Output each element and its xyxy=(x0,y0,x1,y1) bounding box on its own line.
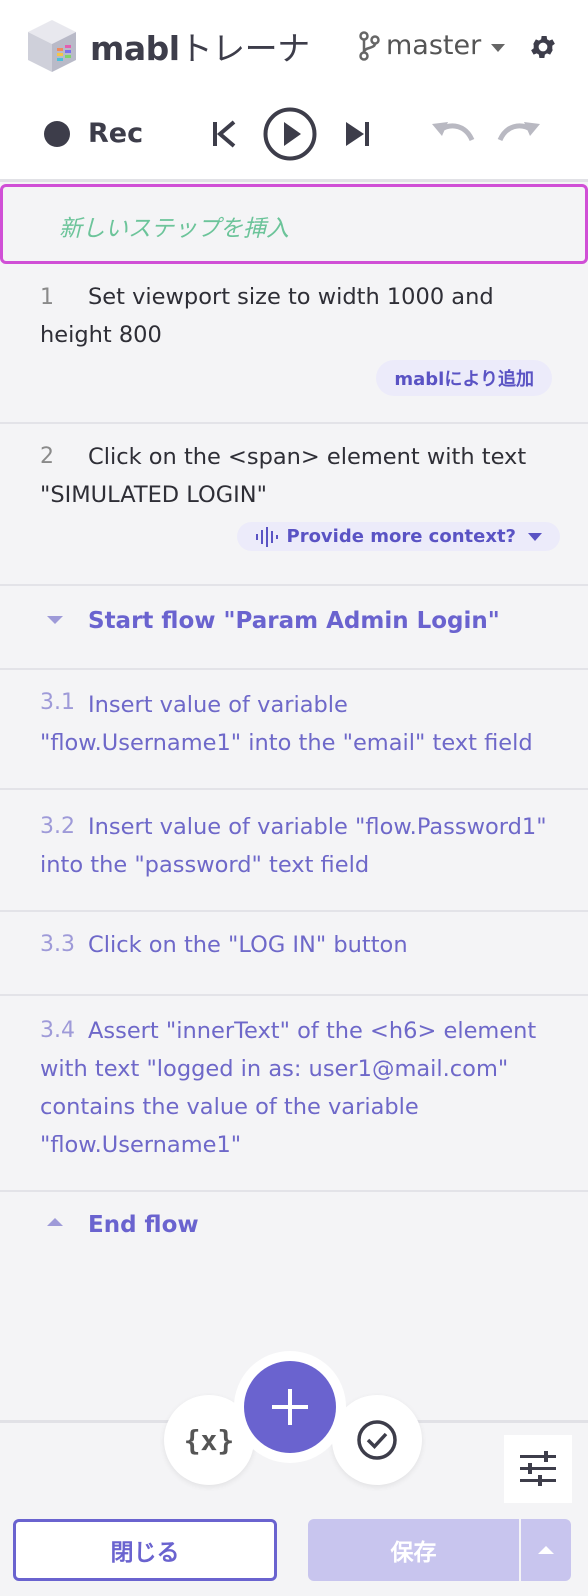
record-dot-icon xyxy=(44,120,70,147)
play-icon[interactable] xyxy=(262,106,318,162)
step-text: Click on the "LOG IN" button xyxy=(88,932,408,958)
insert-step-placeholder: 新しいステップを挿入 xyxy=(59,216,289,242)
flow-end-label: End flow xyxy=(88,1212,199,1238)
chevron-up-icon xyxy=(538,1546,554,1554)
step-forward-icon[interactable] xyxy=(342,118,374,150)
added-by-mabl-badge: mablにより追加 xyxy=(376,360,552,396)
audio-wave-icon xyxy=(255,526,278,547)
insert-step-input[interactable]: 新しいステップを挿入 xyxy=(0,184,588,264)
step-list: 新しいステップを挿入 1 Set viewport size to width … xyxy=(0,182,588,1420)
branch-selector[interactable]: master xyxy=(358,30,506,61)
redo-icon[interactable] xyxy=(496,118,542,150)
app-title-brand: mabl xyxy=(90,29,180,68)
record-button[interactable]: Rec xyxy=(44,118,143,149)
save-options-button[interactable] xyxy=(521,1519,571,1581)
app-title-suffix: トレーナ xyxy=(179,29,311,68)
undo-icon[interactable] xyxy=(430,118,476,150)
step-row[interactable]: 2 Click on the <span> element with text … xyxy=(0,424,588,586)
flow-start-label: Start flow "Param Admin Login" xyxy=(88,608,500,634)
flow-step-row[interactable]: 3.4 Assert "innerText" of the <h6> eleme… xyxy=(0,996,588,1192)
skip-to-start-icon[interactable] xyxy=(208,118,240,150)
git-branch-icon xyxy=(359,30,380,61)
adjust-settings-button[interactable] xyxy=(504,1435,572,1503)
chevron-down-icon xyxy=(491,43,506,52)
step-row[interactable]: 1 Set viewport size to width 1000 and he… xyxy=(0,266,588,424)
adjust-sliders-icon xyxy=(520,1451,556,1486)
close-button[interactable]: 閉じる xyxy=(13,1519,277,1581)
variables-icon: {x} xyxy=(183,1423,235,1457)
provide-context-label: Provide more context? xyxy=(286,526,517,547)
step-text: Click on the <span> element with text "S… xyxy=(40,444,527,508)
flow-start-row[interactable]: Start flow "Param Admin Login" xyxy=(0,586,588,670)
flow-end-row[interactable]: End flow xyxy=(0,1192,588,1268)
save-button[interactable]: 保存 xyxy=(308,1519,519,1581)
header: mablトレーナ master xyxy=(0,0,588,96)
mabl-logo-icon xyxy=(28,20,76,72)
gear-icon[interactable] xyxy=(528,32,558,62)
flow-step-row[interactable]: 3.2 Insert value of variable "flow.Passw… xyxy=(0,790,588,912)
step-text: Insert value of variable "flow.Username1… xyxy=(40,692,533,756)
add-step-button[interactable] xyxy=(244,1361,336,1453)
flow-step-row[interactable]: 3.3 Click on the "LOG IN" button xyxy=(0,912,588,996)
flow-step-row[interactable]: 3.1 Insert value of variable "flow.Usern… xyxy=(0,670,588,790)
chevron-down-icon xyxy=(528,532,542,541)
step-text: Set viewport size to width 1000 and heig… xyxy=(40,284,494,348)
expand-caret-icon[interactable] xyxy=(47,1218,63,1226)
branch-label: master xyxy=(386,30,482,61)
playback-controls: Rec xyxy=(0,96,588,182)
app-title: mablトレーナ xyxy=(90,22,310,70)
record-label: Rec xyxy=(88,118,144,149)
collapse-caret-icon[interactable] xyxy=(47,616,63,624)
provide-context-button[interactable]: Provide more context? xyxy=(236,522,560,551)
step-text: Assert "innerText" of the <h6> element w… xyxy=(40,1018,537,1158)
add-icon xyxy=(272,1389,308,1425)
step-text: Insert value of variable "flow.Password1… xyxy=(40,814,547,878)
bottom-toolbar: {x} 閉じる 保存 xyxy=(0,1351,588,1596)
check-circle-icon xyxy=(357,1420,397,1460)
